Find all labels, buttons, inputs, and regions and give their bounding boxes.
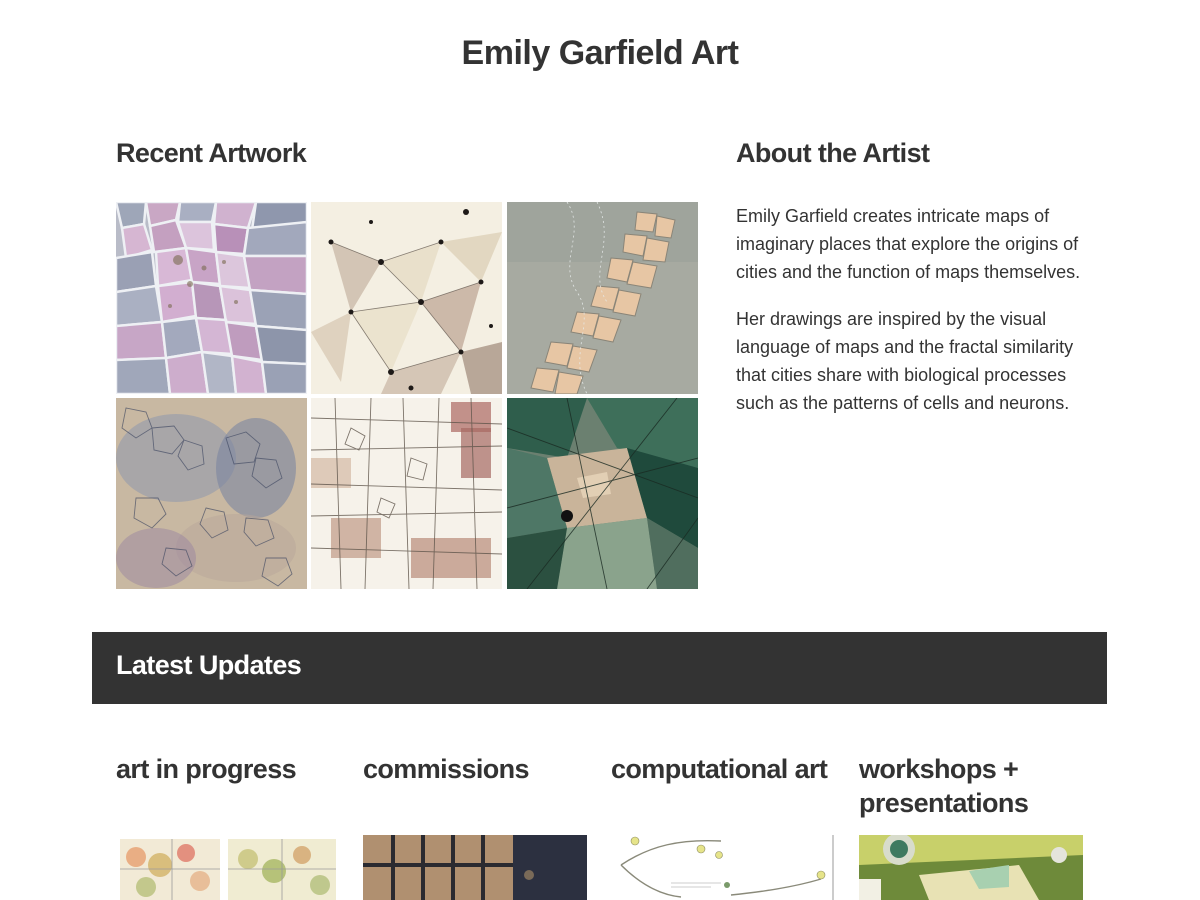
computational-art-thumbnail[interactable]	[611, 835, 835, 900]
pink-cell-map-image	[116, 202, 307, 394]
art-in-progress-thumbnail[interactable]	[116, 835, 340, 900]
category-title-computational-art[interactable]: computational art	[611, 754, 828, 784]
category-commissions: commissions	[363, 752, 587, 786]
artwork-gallery	[116, 202, 698, 589]
commissions-image	[363, 835, 587, 900]
workshops-image	[859, 835, 1083, 900]
artwork-tile-1[interactable]	[116, 202, 307, 394]
artwork-tile-4[interactable]	[116, 398, 307, 589]
latest-updates-heading: Latest Updates	[116, 650, 302, 680]
brown-street-grid-image	[311, 398, 502, 589]
recent-artwork-heading: Recent Artwork	[116, 138, 307, 168]
category-workshops-presentations: workshops + presentations	[859, 752, 1083, 820]
category-title-art-in-progress[interactable]: art in progress	[116, 754, 297, 784]
about-artist-heading: About the Artist	[736, 138, 930, 168]
star-network-image	[311, 202, 502, 394]
workshops-presentations-thumbnail[interactable]	[859, 835, 1083, 900]
artwork-tile-2[interactable]	[311, 202, 502, 394]
site-title-link[interactable]: Emily Garfield Art	[462, 34, 739, 72]
computational-art-image	[611, 835, 835, 900]
artwork-tile-3[interactable]	[507, 202, 698, 394]
about-paragraph-2: Her drawings are inspired by the visual …	[736, 309, 1074, 413]
category-art-in-progress: art in progress	[116, 752, 340, 786]
grey-wash-cells-image	[507, 202, 698, 394]
latest-updates-bar: Latest Updates	[92, 632, 1107, 704]
artwork-tile-6[interactable]	[507, 398, 698, 589]
about-artist-text: Emily Garfield creates intricate maps of…	[736, 202, 1096, 436]
art-in-progress-image	[116, 835, 340, 900]
site-title: Emily Garfield Art	[0, 34, 1200, 73]
category-title-commissions[interactable]: commissions	[363, 754, 530, 784]
about-paragraph-1: Emily Garfield creates intricate maps of…	[736, 206, 1081, 282]
blue-lattice-image	[116, 398, 307, 589]
commissions-thumbnail[interactable]	[363, 835, 587, 900]
category-title-workshops-presentations[interactable]: workshops + presentations	[859, 754, 1029, 818]
artwork-tile-5[interactable]	[311, 398, 502, 589]
category-computational-art: computational art	[611, 752, 835, 786]
green-geometric-image	[507, 398, 698, 589]
